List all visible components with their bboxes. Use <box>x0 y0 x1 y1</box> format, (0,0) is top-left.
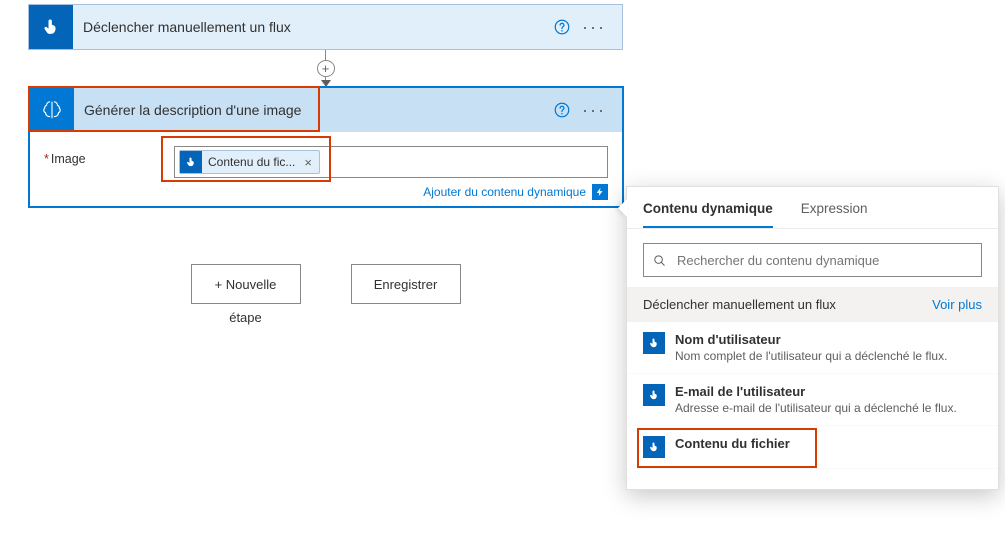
action-more-button[interactable]: ··· <box>576 100 612 121</box>
token-remove-button[interactable]: × <box>301 155 315 170</box>
dc-item-email[interactable]: E-mail de l'utilisateur Adresse e-mail d… <box>627 374 998 426</box>
connector: + <box>28 50 623 86</box>
new-step-button[interactable]: + Nouvelle <box>191 264 301 304</box>
item-title: Nom d'utilisateur <box>675 332 947 347</box>
trigger-title: Déclencher manuellement un flux <box>83 19 548 35</box>
action-help-button[interactable] <box>548 96 576 124</box>
tab-dynamic-content[interactable]: Contenu dynamique <box>643 201 773 228</box>
dynamic-content-badge[interactable] <box>592 184 608 200</box>
dynamic-content-panel: Contenu dynamique Expression Déclencher … <box>626 186 999 490</box>
trigger-more-button[interactable]: ··· <box>576 17 612 38</box>
new-step-sublabel: étape <box>191 310 301 325</box>
token-label: Contenu du fic... <box>208 155 295 169</box>
panel-caret <box>618 199 627 217</box>
item-icon <box>643 332 665 354</box>
tab-expression[interactable]: Expression <box>801 201 868 228</box>
token-contenu-fichier[interactable]: Contenu du fic... × <box>179 150 320 174</box>
item-title: Contenu du fichier <box>675 436 790 451</box>
see-more-link[interactable]: Voir plus <box>932 297 982 312</box>
item-desc: Adresse e-mail de l'utilisateur qui a dé… <box>675 401 957 415</box>
item-icon <box>643 384 665 406</box>
section-title: Déclencher manuellement un flux <box>643 297 836 312</box>
brain-icon <box>41 99 63 121</box>
trigger-card[interactable]: Déclencher manuellement un flux ··· <box>28 4 623 50</box>
param-label-image: *Image <box>44 146 174 166</box>
action-card[interactable]: Générer la description d'une image ··· *… <box>28 86 624 208</box>
save-button[interactable]: Enregistrer <box>351 264 461 304</box>
dc-item-file-content[interactable]: Contenu du fichier <box>627 426 998 469</box>
action-title: Générer la description d'une image <box>84 102 548 118</box>
item-desc: Nom complet de l'utilisateur qui a décle… <box>675 349 947 363</box>
help-icon <box>553 101 571 119</box>
add-dynamic-content-link[interactable]: Ajouter du contenu dynamique <box>423 185 586 199</box>
touch-icon <box>41 17 61 37</box>
trigger-icon <box>29 5 73 49</box>
action-icon <box>30 88 74 132</box>
search-icon <box>652 253 667 268</box>
trigger-help-button[interactable] <box>548 13 576 41</box>
item-icon <box>643 436 665 458</box>
insert-step-button[interactable]: + <box>317 60 335 77</box>
token-icon <box>180 151 202 173</box>
help-icon <box>553 18 571 36</box>
search-box[interactable] <box>643 243 982 277</box>
search-input[interactable] <box>675 252 973 269</box>
item-title: E-mail de l'utilisateur <box>675 384 957 399</box>
section-header: Déclencher manuellement un flux Voir plu… <box>627 287 998 322</box>
param-input-image[interactable]: Contenu du fic... × <box>174 146 608 178</box>
dc-item-username[interactable]: Nom d'utilisateur Nom complet de l'utili… <box>627 322 998 374</box>
bolt-icon <box>595 187 605 197</box>
